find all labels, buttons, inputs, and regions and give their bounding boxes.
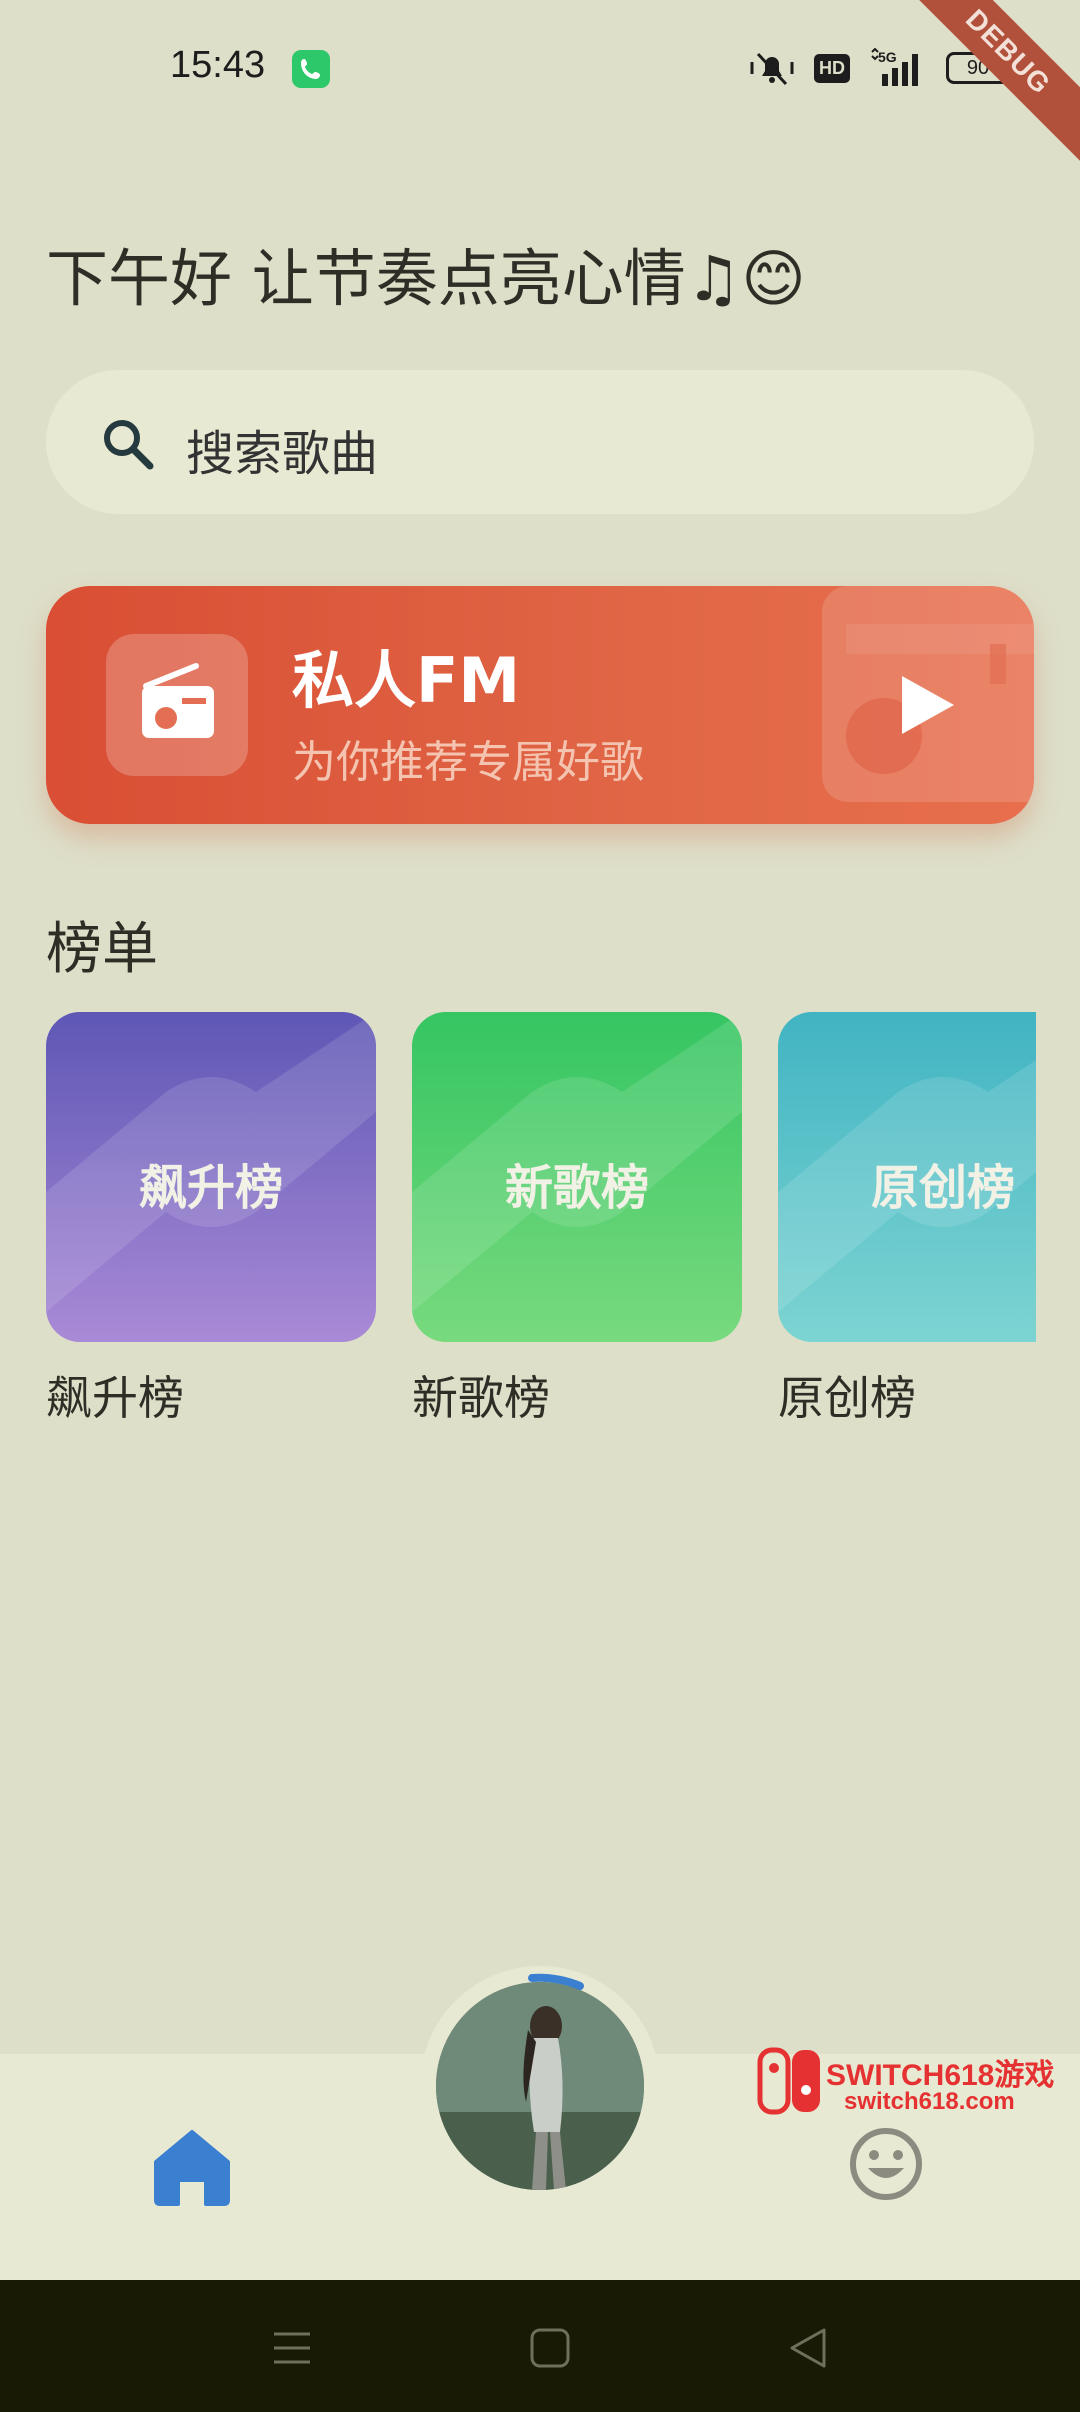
fm-title: 私人FM: [292, 644, 521, 717]
back-icon[interactable]: [786, 2326, 830, 2370]
watermark-url: switch618.com: [844, 2088, 1015, 2115]
search-placeholder: 搜索歌曲: [186, 426, 379, 482]
playback-progress-arc: [528, 1973, 584, 1990]
chart-cover-label: 原创榜: [870, 1160, 1015, 1216]
radio-icon: [142, 663, 214, 738]
chart-cover-label: 飙升榜: [138, 1160, 283, 1216]
status-bar: 15:43 HD 5G 90 DEBUG: [0, 0, 1080, 177]
chart-cover-original[interactable]: 原创榜: [778, 1012, 1036, 1342]
chart-item-soaring[interactable]: 飙升榜 飙升榜: [46, 1012, 376, 1428]
radio-icon-box: [106, 634, 248, 776]
status-icons: HD 5G 90: [748, 46, 1010, 90]
chart-cover-soaring[interactable]: 飙升榜: [46, 1012, 376, 1342]
home-icon[interactable]: [150, 2124, 234, 2208]
phone-call-icon: [292, 50, 330, 88]
search-icon: [104, 420, 154, 470]
chart-item-new-songs[interactable]: 新歌榜 新歌榜: [412, 1012, 742, 1428]
watermark-logo: SWITCH618游戏 switch618.com: [756, 2046, 1066, 2116]
smiley-icon[interactable]: [846, 2124, 926, 2204]
fm-subtitle: 为你推荐专属好歌: [292, 737, 644, 788]
menu-icon[interactable]: [270, 2326, 314, 2370]
private-fm-card[interactable]: 私人FM 为你推荐专属好歌: [46, 586, 1034, 824]
charts-section-title: 榜单: [46, 917, 158, 982]
play-icon[interactable]: [898, 672, 958, 738]
greeting-text: 下午好 让节奏点亮心情♫😊: [46, 242, 806, 315]
signal-5g-icon: 5G: [871, 48, 918, 86]
chart-item-original[interactable]: 原创榜 原创榜: [778, 1012, 1036, 1428]
search-bar[interactable]: 搜索歌曲: [46, 370, 1034, 514]
chart-name: 飙升榜: [46, 1371, 184, 1425]
chart-cover-label: 新歌榜: [504, 1160, 649, 1216]
hd-badge: HD: [814, 53, 850, 83]
chart-cover-new-songs[interactable]: 新歌榜: [412, 1012, 742, 1342]
chart-name: 新歌榜: [412, 1371, 550, 1425]
switch-console-icon: [757, 2047, 820, 2115]
chart-name: 原创榜: [778, 1371, 916, 1425]
mute-vibrate-icon: [750, 52, 794, 86]
status-time: 15:43: [170, 44, 266, 86]
charts-list: 飙升榜 飙升榜 新歌榜 新歌榜 原创榜 原创榜: [46, 1012, 1036, 1432]
network-label: 5G: [878, 49, 897, 65]
home-square-icon[interactable]: [528, 2326, 572, 2370]
